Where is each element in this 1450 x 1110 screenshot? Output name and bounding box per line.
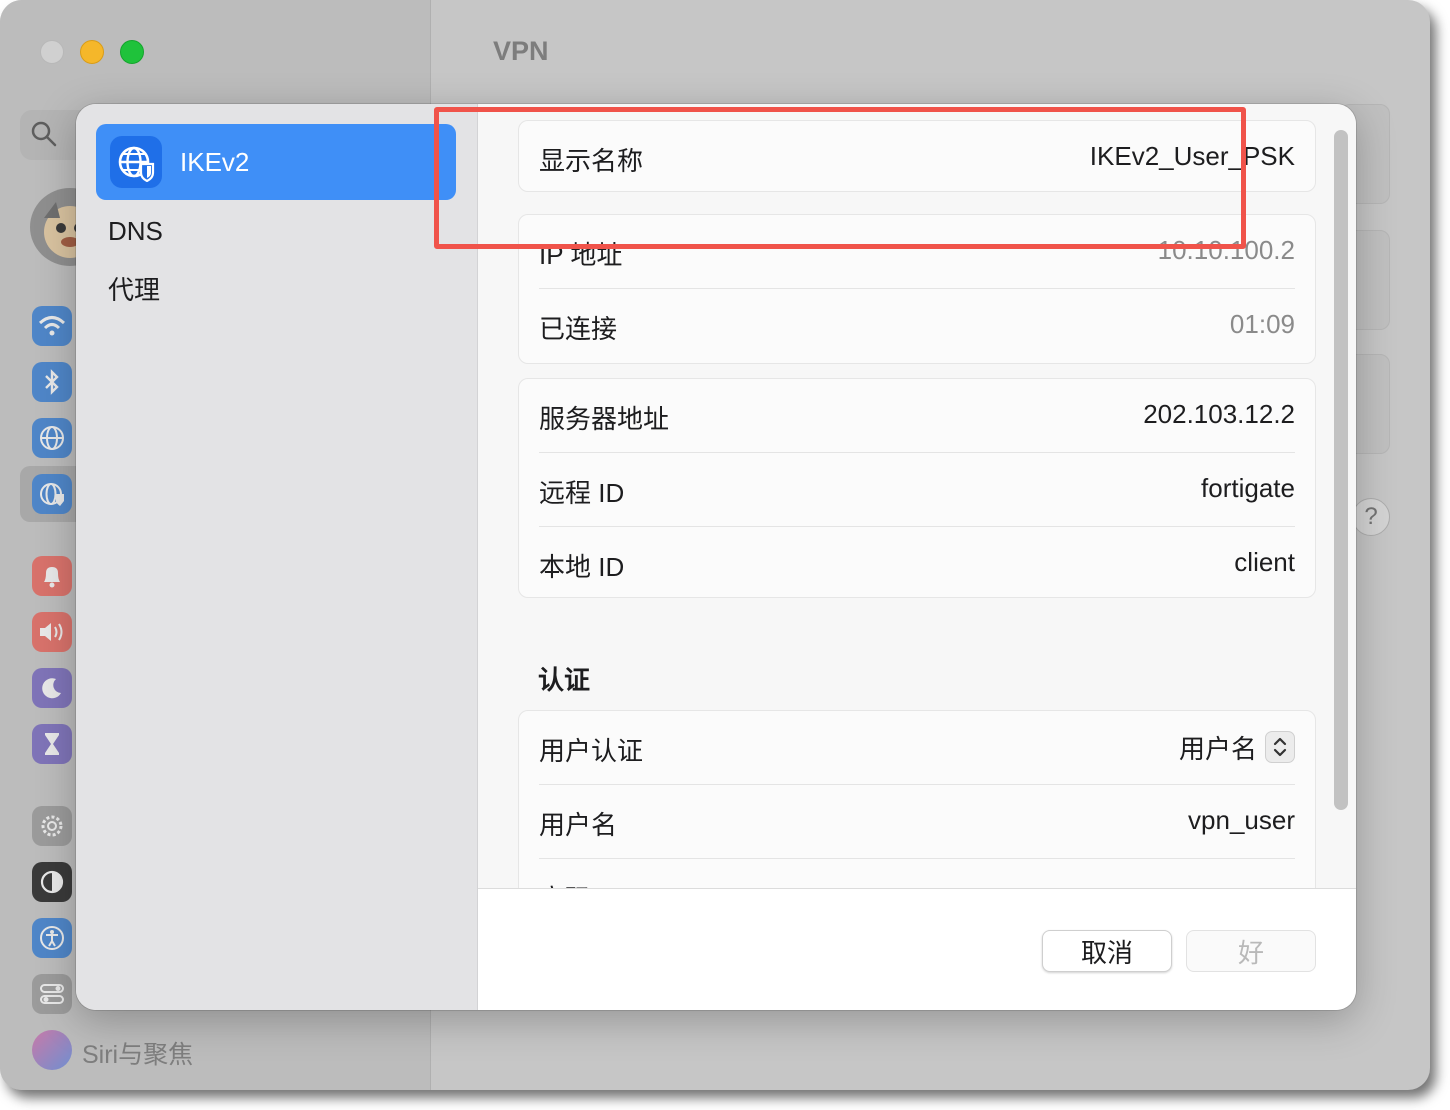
window-title: VPN [493,36,549,66]
help-button[interactable]: ? [1352,498,1390,536]
speaker-icon[interactable] [32,612,72,652]
sheet-footer: 取消 好 [478,888,1356,1010]
server-address-label: 服务器地址 [539,404,670,434]
username-label: 用户名 [539,810,618,840]
vpn-globe-shield-icon[interactable] [32,474,72,514]
appearance-icon[interactable] [32,862,72,902]
bluetooth-icon[interactable] [32,362,72,402]
sheet-sidebar: IKEv2 DNS 代理 [76,104,478,1010]
moon-icon[interactable] [32,668,72,708]
accessibility-icon[interactable] [32,918,72,958]
server-address-value[interactable]: 202.103.12.2 [1143,399,1295,430]
user-auth-popup[interactable]: 用户名 [1179,727,1295,767]
close-window-button[interactable] [40,40,64,64]
bell-icon[interactable] [32,556,72,596]
sidebar-item-siri[interactable]: Siri与聚焦 [82,1035,193,1071]
search-icon [31,121,57,147]
remote-id-row: 远程 ID fortigate [539,453,1295,527]
gear-icon[interactable] [32,806,72,846]
remote-id-value[interactable]: fortigate [1201,473,1295,504]
sidebar-item-label: IKEv2 [180,147,250,177]
server-address-row: 服务器地址 202.103.12.2 [539,379,1295,453]
connected-time-row: 已连接 01:09 [539,289,1295,363]
scrollbar[interactable] [1334,130,1348,810]
globe-icon[interactable] [32,418,72,458]
password-row: 密码 [539,859,1295,888]
remote-id-label: 远程 ID [539,478,625,508]
hourglass-icon[interactable] [32,724,72,764]
wifi-icon[interactable] [32,306,72,346]
toggles-icon[interactable] [32,974,72,1014]
connected-time-label: 已连接 [539,314,618,344]
siri-icon[interactable] [32,1030,72,1070]
sidebar-item-proxy[interactable]: 代理 [108,270,160,307]
server-group: 服务器地址 202.103.12.2 远程 ID fortigate 本地 ID… [518,378,1316,598]
zoom-window-button[interactable] [120,40,144,64]
cancel-button[interactable]: 取消 [1042,930,1172,972]
user-auth-row: 用户认证 用户名 [539,711,1295,785]
local-id-row: 本地 ID client [539,527,1295,601]
user-auth-value: 用户名 [1178,733,1257,764]
password-label: 密码 [539,879,591,888]
connected-time-value: 01:09 [1229,309,1295,339]
auth-group: 用户认证 用户名 用户名 vpn_user 密码 [518,710,1316,888]
auth-section-title: 认证 [538,665,591,695]
globe-shield-icon [110,136,162,188]
local-id-label: 本地 ID [539,552,625,582]
highlight-box [434,107,1246,249]
sidebar-item-ikev2[interactable]: IKEv2 [96,124,456,200]
username-row: 用户名 vpn_user [539,785,1295,859]
sidebar-item-dns[interactable]: DNS [108,216,163,247]
user-auth-label: 用户认证 [539,736,644,766]
local-id-value[interactable]: client [1234,547,1295,578]
minimize-window-button[interactable] [80,40,104,64]
chevron-up-down-icon [1265,731,1295,763]
ok-button[interactable]: 好 [1186,930,1316,972]
username-value[interactable]: vpn_user [1188,805,1295,836]
